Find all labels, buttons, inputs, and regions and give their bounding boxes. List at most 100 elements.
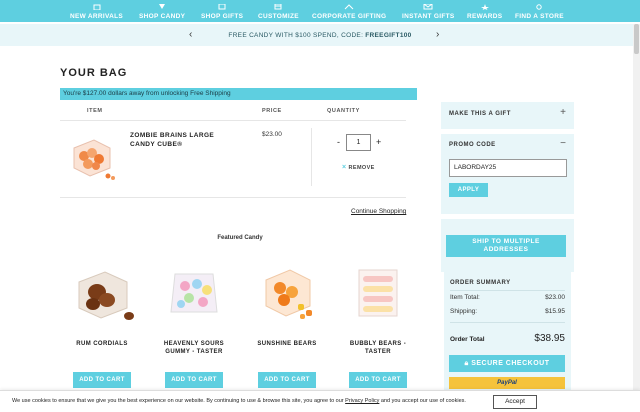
add-to-cart-button[interactable]: ADD TO CART (258, 372, 316, 388)
line-item-price: $23.00 (262, 131, 282, 138)
shipping-label: Shipping: (450, 308, 478, 315)
product-name[interactable]: HEAVENLY SOURS GUMMY - TASTER (154, 340, 234, 356)
house-icon (344, 4, 354, 10)
column-header-quantity: QUANTITY (327, 108, 360, 114)
nav-label: NEW ARRIVALS (70, 13, 124, 20)
item-total-row: Item Total: $23.00 (450, 294, 565, 301)
scrollbar-thumb[interactable] (634, 24, 639, 54)
divider (441, 214, 574, 219)
add-to-cart-button[interactable]: ADD TO CART (73, 372, 131, 388)
candy-icon (159, 4, 166, 9)
divider (311, 128, 312, 186)
nav-shop-candy[interactable]: SHOP CANDY (139, 2, 185, 20)
promo-message: FREE CANDY WITH $100 SPEND, CODE: (228, 31, 366, 39)
star-icon (480, 4, 489, 10)
promo-code-input[interactable]: LABORDAY25 (449, 159, 567, 177)
promo-code-text: FREEGIFT100 (365, 31, 412, 39)
column-header-item: ITEM (87, 108, 103, 114)
button-label: ADDRESSES (483, 246, 529, 253)
product-name[interactable]: RUM CORDIALS (62, 340, 142, 348)
accept-button[interactable]: Accept (493, 395, 537, 409)
order-summary-title: ORDER SUMMARY (450, 280, 511, 286)
add-to-cart-button[interactable]: ADD TO CART (165, 372, 223, 388)
nav-corporate-gifting[interactable]: CORPORATE GIFTING (312, 2, 386, 20)
nav-label: CUSTOMIZE (258, 13, 299, 20)
product-image (73, 139, 115, 180)
gift-icon (218, 4, 226, 10)
continue-shopping-link[interactable]: Continue Shopping (351, 208, 406, 215)
promo-text: FREE CANDY WITH $100 SPEND, CODE: FREEGI… (228, 32, 411, 39)
cookie-banner: We use cookies to ensure that we give yo… (0, 390, 640, 412)
envelope-icon (423, 4, 433, 10)
free-shipping-notice: You're $127.00 dollars away from unlocki… (60, 88, 417, 100)
top-nav: NEW ARRIVALS SHOP CANDY SHOP GIFTS CUSTO… (0, 0, 640, 22)
shipping-row: Shipping: $15.95 (450, 308, 565, 315)
quantity-decrease-button[interactable]: - (337, 137, 340, 147)
featured-title: Featured Candy (217, 235, 263, 241)
product-name[interactable]: SUNSHINE BEARS (247, 340, 327, 348)
nav-rewards[interactable]: REWARDS (467, 2, 502, 20)
add-to-cart-button[interactable]: ADD TO CART (349, 372, 407, 388)
secure-checkout-button[interactable]: 🔒︎ SECURE CHECKOUT (449, 355, 565, 372)
quantity-input[interactable]: 1 (346, 134, 371, 151)
divider (450, 322, 565, 323)
plus-icon[interactable]: + (560, 107, 566, 118)
nav-label: CORPORATE GIFTING (312, 13, 387, 20)
quantity-increase-button[interactable]: + (376, 137, 381, 147)
nav-customize[interactable]: CUSTOMIZE (258, 2, 299, 20)
divider (441, 129, 574, 134)
nav-label: INSTANT GIFTS (402, 13, 455, 20)
line-item-name[interactable]: ZOMBIE BRAINS LARGE CANDY CUBE® (130, 131, 230, 149)
make-gift-toggle[interactable]: MAKE THIS A GIFT (449, 111, 511, 117)
remove-button[interactable]: × REMOVE (342, 164, 375, 171)
item-total-label: Item Total: (450, 294, 480, 301)
nav-label: FIND A STORE (515, 13, 564, 20)
button-label: SHIP TO MULTIPLE (472, 238, 540, 245)
bag-icon (93, 4, 101, 10)
close-icon: × (342, 164, 347, 171)
nav-new-arrivals[interactable]: NEW ARRIVALS (70, 2, 123, 20)
order-total-row: Order Total $38.95 (450, 333, 565, 344)
product-card: SUNSHINE BEARS ADD TO CART (247, 262, 327, 388)
chevron-right-icon[interactable]: › (436, 29, 440, 40)
product-name[interactable]: BUBBLY BEARS - TASTER (338, 340, 418, 356)
nav-label: REWARDS (467, 13, 503, 20)
nav-instant-gifts[interactable]: INSTANT GIFTS (402, 2, 455, 20)
product-image[interactable] (343, 262, 413, 324)
order-total-value: $38.95 (534, 333, 565, 344)
product-image[interactable] (159, 262, 229, 324)
minus-icon[interactable]: − (560, 138, 566, 149)
ship-to-multiple-button[interactable]: SHIP TO MULTIPLE ADDRESSES (446, 235, 566, 257)
cookie-text-part: We use cookies to ensure that we give yo… (12, 398, 346, 404)
column-header-price: PRICE (262, 108, 282, 114)
scrollbar[interactable] (633, 24, 640, 390)
calendar-icon (274, 4, 282, 10)
product-card: RUM CORDIALS ADD TO CART (62, 262, 142, 388)
cookie-text-part: and you accept our use of cookies. (379, 398, 466, 404)
divider (450, 290, 565, 291)
order-total-label: Order Total (450, 336, 485, 343)
cookie-text: We use cookies to ensure that we give yo… (12, 398, 466, 404)
product-image[interactable] (67, 262, 137, 324)
apply-button[interactable]: APPLY (449, 183, 488, 197)
product-card: BUBBLY BEARS - TASTER ADD TO CART (338, 262, 418, 388)
product-image[interactable] (252, 262, 322, 324)
divider (60, 120, 406, 121)
page-title: YOUR BAG (60, 67, 128, 79)
divider (60, 197, 406, 198)
remove-label: REMOVE (348, 165, 375, 171)
item-total-value: $23.00 (545, 294, 565, 301)
promo-banner: ‹ FREE CANDY WITH $100 SPEND, CODE: FREE… (0, 24, 640, 46)
nav-label: SHOP CANDY (139, 13, 186, 20)
privacy-policy-link[interactable]: Privacy Policy (345, 398, 379, 404)
chevron-left-icon[interactable]: ‹ (189, 29, 193, 40)
shipping-value: $15.95 (545, 308, 565, 315)
checkout-label: SECURE CHECKOUT (471, 360, 550, 367)
promo-code-title[interactable]: PROMO CODE (449, 142, 496, 148)
nav-label: SHOP GIFTS (201, 13, 244, 20)
product-card: HEAVENLY SOURS GUMMY - TASTER ADD TO CAR… (154, 262, 234, 388)
nav-find-a-store[interactable]: FIND A STORE (515, 2, 564, 20)
paypal-button[interactable]: PayPal (449, 377, 565, 389)
nav-shop-gifts[interactable]: SHOP GIFTS (201, 2, 243, 20)
location-icon (536, 4, 543, 10)
